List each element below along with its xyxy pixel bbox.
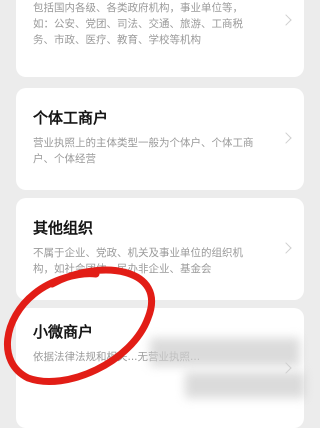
chevron-right-icon	[280, 14, 292, 26]
card-title: 小微商户	[33, 323, 94, 341]
card-title: 个体工商户	[33, 109, 109, 127]
card-title: 其他组织	[33, 219, 94, 237]
blurred-watermark	[185, 372, 305, 398]
merchant-type-card-government[interactable]: 包括国内各级、各类政府机构，事业单位等，如：公安、党团、司法、交通、旅游、工商税…	[16, 0, 304, 77]
card-description: 不属于企业、党政、机关及事业单位的组织机构，如社会团体、民办非企业、基金会	[33, 247, 243, 275]
merchant-type-card-other-organization[interactable]: 其他组织 不属于企业、党政、机关及事业单位的组织机构，如社会团体、民办非企业、基…	[16, 198, 304, 300]
chevron-right-icon	[280, 132, 292, 144]
chevron-right-icon	[280, 242, 292, 254]
card-description: 营业执照上的主体类型一般为个体户、个体工商户、个体经营	[33, 137, 254, 165]
merchant-type-card-individual[interactable]: 个体工商户 营业执照上的主体类型一般为个体户、个体工商户、个体经营	[16, 88, 304, 190]
card-description: 包括国内各级、各类政府机构，事业单位等，如：公安、党团、司法、交通、旅游、工商税…	[33, 2, 243, 46]
blurred-watermark	[150, 338, 300, 366]
merchant-type-list: 包括国内各级、各类政府机构，事业单位等，如：公安、党团、司法、交通、旅游、工商税…	[0, 0, 320, 428]
merchant-type-card-micro-merchant[interactable]: 小微商户 依据法律法规和相关...无营业执照...	[16, 308, 304, 428]
